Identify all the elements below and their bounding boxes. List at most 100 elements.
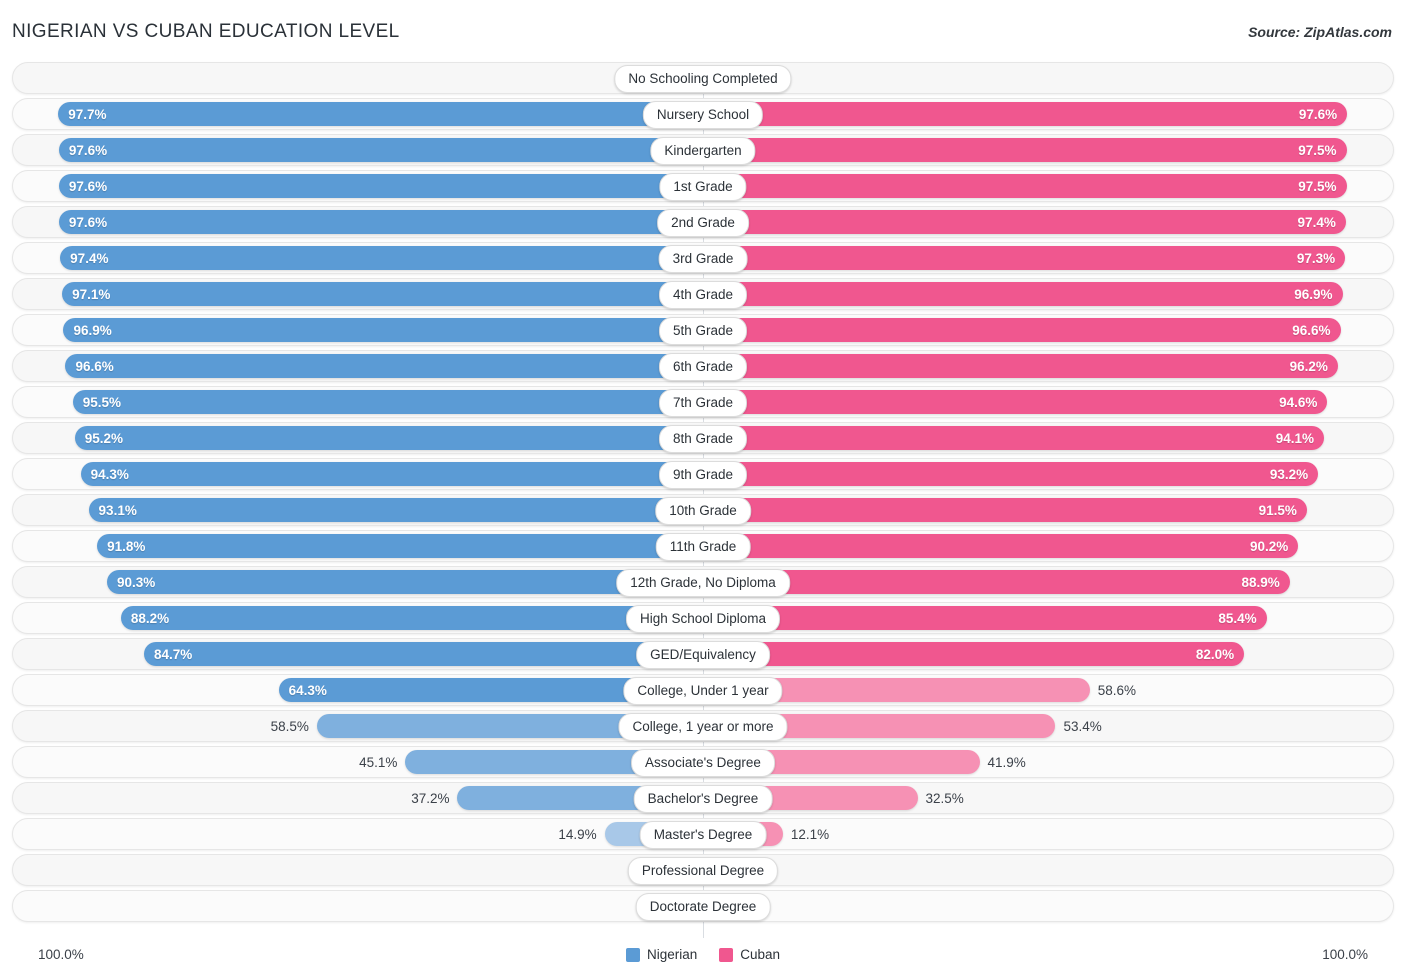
legend-swatch-icon	[625, 947, 640, 962]
category-label: 9th Grade	[658, 461, 748, 489]
bar-nigerian: 96.6%	[65, 354, 703, 378]
category-label: Master's Degree	[639, 821, 767, 849]
bar-value-label-outside: 32.5%	[925, 790, 964, 806]
table-row: 64.3% 58.6% College, Under 1 year	[0, 674, 1406, 706]
table-row: 88.2% 85.4% High School Diploma	[0, 602, 1406, 634]
bar-value-label: 97.6%	[68, 178, 108, 194]
bar-nigerian: 97.4%	[60, 246, 703, 270]
bar-value-label: 91.8%	[107, 538, 146, 554]
bar-nigerian: 91.8%	[97, 534, 703, 558]
bar-cuban: 94.1%	[703, 426, 1325, 450]
bar-value-label: 97.5%	[1298, 178, 1337, 194]
table-row: 37.2% 32.5% Bachelor's Degree	[0, 782, 1406, 814]
table-row: 97.6% 97.5% 1st Grade	[0, 170, 1406, 202]
bar-nigerian: 97.6%	[58, 138, 703, 162]
butterfly-chart: 2.3%2.5%No Schooling Completed 97.7% 97.6%…	[0, 62, 1406, 938]
chart-footer: 100.0% Nigerian Cuban 100.0%	[0, 937, 1406, 975]
bar-value-label: 85.4%	[1218, 610, 1257, 626]
bar-value-label: 97.6%	[68, 214, 108, 230]
bar-value-label: 97.1%	[72, 286, 111, 302]
table-row: 97.4% 97.3% 3rd Grade	[0, 242, 1406, 274]
bar-value-label-outside: 41.9%	[987, 754, 1026, 770]
category-label: 4th Grade	[658, 281, 748, 309]
bar-value-label: 94.6%	[1279, 394, 1318, 410]
bar-value-label-outside: 12.1%	[790, 826, 830, 842]
table-row: 95.5% 94.6% 7th Grade	[0, 386, 1406, 418]
table-row: 14.9% 12.1% Master's Degree	[0, 818, 1406, 850]
table-row: 58.5% 53.4% College, 1 year or more	[0, 710, 1406, 742]
page-title: NIGERIAN VS CUBAN EDUCATION LEVEL	[12, 21, 400, 42]
bar-value-label: 96.9%	[73, 322, 112, 338]
category-label: 3rd Grade	[658, 245, 748, 273]
bar-nigerian: 97.7%	[58, 102, 703, 126]
category-label: GED/Equivalency	[636, 641, 770, 669]
bar-value-label: 91.5%	[1258, 502, 1297, 518]
category-label: Bachelor's Degree	[633, 785, 773, 813]
bar-value-label: 97.6%	[1298, 106, 1338, 122]
category-label: 10th Grade	[655, 497, 751, 525]
source-attribution: Source: ZipAtlas.com	[1248, 24, 1392, 40]
bar-cuban: 96.2%	[703, 354, 1338, 378]
bar-nigerian: 95.2%	[74, 426, 703, 450]
bar-cuban: 97.5%	[703, 138, 1347, 162]
category-label: Doctorate Degree	[635, 893, 771, 921]
table-row: 4.2%4.0%Professional Degree	[0, 854, 1406, 886]
table-row: 96.9% 96.6% 5th Grade	[0, 314, 1406, 346]
bar-cuban: 97.6%	[703, 102, 1348, 126]
table-row: 95.2% 94.1% 8th Grade	[0, 422, 1406, 454]
bar-value-label: 88.9%	[1241, 574, 1280, 590]
bar-nigerian: 97.1%	[62, 282, 703, 306]
axis-label-right: 100.0%	[1322, 947, 1368, 962]
chart-page: NIGERIAN VS CUBAN EDUCATION LEVEL Source…	[0, 0, 1406, 975]
table-row: 2.3%2.5%No Schooling Completed	[0, 62, 1406, 94]
bar-cuban: 96.9%	[703, 282, 1343, 306]
category-label: High School Diploma	[625, 605, 781, 633]
category-label: 1st Grade	[659, 173, 747, 201]
category-label: 7th Grade	[658, 389, 748, 417]
bar-nigerian: 84.7%	[143, 642, 703, 666]
bar-cuban: 96.6%	[703, 318, 1341, 342]
chart-legend: Nigerian Cuban	[0, 947, 1406, 962]
chart-header: NIGERIAN VS CUBAN EDUCATION LEVEL Source…	[0, 0, 1406, 62]
bar-value-label: 84.7%	[153, 646, 193, 662]
table-row: 1.8%1.4%Doctorate Degree	[0, 890, 1406, 922]
category-label: Nursery School	[642, 101, 764, 129]
category-label: 11th Grade	[655, 533, 751, 561]
bar-value-label-outside: 53.4%	[1063, 718, 1102, 734]
category-label: Kindergarten	[650, 137, 756, 165]
table-row: 90.3% 88.9% 12th Grade, No Diploma	[0, 566, 1406, 598]
bar-value-label: 96.2%	[1289, 358, 1328, 374]
bar-value-label: 94.1%	[1275, 430, 1315, 446]
bar-value-label: 90.2%	[1250, 538, 1289, 554]
bar-value-label: 96.9%	[1294, 286, 1333, 302]
bar-value-label: 97.7%	[68, 106, 107, 122]
category-label: College, 1 year or more	[618, 713, 788, 741]
table-row: 45.1% 41.9% Associate's Degree	[0, 746, 1406, 778]
bar-nigerian: 95.5%	[72, 390, 703, 414]
bar-value-label-outside: 37.2%	[411, 790, 450, 806]
category-label: 12th Grade, No Diploma	[616, 569, 790, 597]
table-row: 91.8% 90.2% 11th Grade	[0, 530, 1406, 562]
bar-value-label: 97.3%	[1296, 250, 1336, 266]
category-label: No Schooling Completed	[614, 65, 792, 93]
bar-cuban: 88.9%	[703, 570, 1290, 594]
bar-nigerian: 97.6%	[58, 174, 703, 198]
bar-value-label: 95.5%	[82, 394, 121, 410]
bar-value-label: 97.4%	[1297, 214, 1336, 230]
bar-cuban: 97.5%	[703, 174, 1347, 198]
bar-cuban: 97.3%	[703, 246, 1346, 270]
bar-nigerian: 96.9%	[63, 318, 703, 342]
bar-value-label: 94.3%	[90, 466, 129, 482]
category-label: 6th Grade	[658, 353, 748, 381]
legend-item: Nigerian	[625, 947, 697, 962]
bar-value-label: 88.2%	[130, 610, 170, 626]
legend-item: Cuban	[719, 947, 780, 962]
chart-rows: 2.3%2.5%No Schooling Completed 97.7% 97.6%…	[0, 62, 1406, 926]
table-row: 93.1% 91.5% 10th Grade	[0, 494, 1406, 526]
bar-nigerian: 97.6%	[58, 210, 703, 234]
bar-cuban: 97.4%	[703, 210, 1346, 234]
category-label: Associate's Degree	[631, 749, 775, 777]
bar-cuban: 90.2%	[703, 534, 1299, 558]
bar-value-label-outside: 14.9%	[558, 826, 597, 842]
legend-swatch-icon	[719, 947, 734, 962]
